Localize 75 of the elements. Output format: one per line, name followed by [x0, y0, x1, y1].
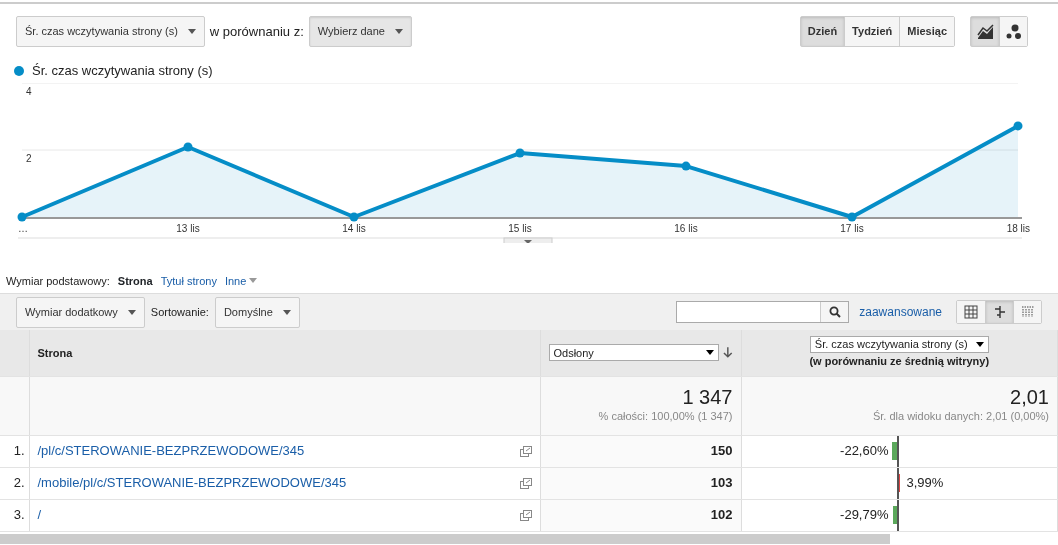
- total-note: % całości: 100,00% (1 347): [597, 409, 733, 425]
- dimension-link[interactable]: Strona: [117, 272, 153, 289]
- dimension-label: Wymiar podstawowy:: [6, 273, 110, 289]
- scrollbar[interactable]: [0, 533, 890, 544]
- metric-column-dropdown[interactable]: Śr. czas wczytywania strony (s): [809, 336, 989, 353]
- total-value: 1 347: [681, 386, 733, 409]
- search-icon: [828, 306, 841, 318]
- line-chart-icon: [976, 23, 994, 40]
- change-value: 3,99%: [906, 474, 944, 493]
- chart-type-button[interactable]: [999, 17, 1027, 46]
- legend-label: Śr. czas wczytywania strony (s): [32, 62, 213, 80]
- column-note: (w porównaniu ze średnią witryny): [808, 354, 991, 369]
- data-point[interactable]: [17, 212, 27, 221]
- open-page-icon[interactable]: [519, 445, 532, 457]
- sort-dropdown[interactable]: Domyślne: [214, 296, 300, 328]
- open-page-icon[interactable]: [519, 509, 532, 521]
- data-point[interactable]: [183, 142, 193, 151]
- metric-dropdown[interactable]: Śr. czas wczytywania strony (s): [16, 16, 205, 47]
- period-tab[interactable]: Miesiąc: [899, 17, 954, 46]
- sort-arrow-icon[interactable]: [722, 346, 733, 360]
- page-link[interactable]: /: [37, 505, 42, 525]
- data-point[interactable]: [847, 212, 857, 221]
- view-button[interactable]: [985, 301, 1013, 323]
- column-header[interactable]: Strona: [29, 330, 540, 376]
- data-point[interactable]: [349, 212, 359, 221]
- sort-label: Sortowanie:: [150, 304, 209, 320]
- axis-label: 4: [26, 85, 32, 97]
- views-cell: 103: [540, 467, 741, 499]
- total-value: 2,01: [1009, 386, 1049, 409]
- axis-label: …: [18, 222, 28, 234]
- data-point[interactable]: [515, 148, 525, 157]
- row-index: 1.: [0, 435, 29, 467]
- period-tab[interactable]: Dzień: [800, 17, 845, 46]
- dimension-link[interactable]: Inne: [224, 272, 258, 289]
- period-tab[interactable]: Tydzień: [844, 17, 900, 46]
- caret-icon: [705, 350, 714, 356]
- grid-icon: [964, 305, 978, 319]
- page-link[interactable]: /pl/c/STEROWANIE-BEZPRZEWODOWE/345: [37, 441, 305, 461]
- row-index: 2.: [0, 467, 29, 499]
- data-point[interactable]: [1013, 120, 1023, 130]
- metric-column-dropdown[interactable]: Odsłony: [548, 344, 719, 362]
- dimension-link[interactable]: Tytuł strony: [160, 272, 217, 289]
- advanced-link[interactable]: zaawansowane: [859, 303, 942, 321]
- pivot-icon: [1020, 305, 1035, 319]
- total-note: Śr. dla widoku danych: 2,01 (0,00%): [871, 409, 1049, 425]
- caret-icon: [975, 342, 984, 347]
- axis-label: 13 lis: [176, 222, 200, 234]
- open-page-icon[interactable]: [519, 477, 532, 489]
- row-index: 3.: [0, 499, 29, 531]
- view-button[interactable]: [957, 301, 985, 323]
- view-button[interactable]: [1013, 301, 1041, 323]
- axis-label: 2: [26, 152, 32, 164]
- compare-label: w porównaniu z:: [209, 22, 304, 41]
- axis-label: 15 lis: [508, 222, 532, 234]
- comparison-icon: [992, 305, 1007, 319]
- secondary-dimension-dropdown[interactable]: Wymiar dodatkowy: [16, 296, 145, 328]
- axis-label: 16 lis: [674, 222, 698, 234]
- axis-label: 14 lis: [342, 222, 366, 234]
- collapse-handle[interactable]: [503, 237, 553, 243]
- axis-label: 17 lis: [840, 222, 864, 234]
- change-value: -22,60%: [840, 442, 889, 461]
- compare-dropdown[interactable]: Wybierz dane: [308, 16, 412, 47]
- views-cell: 102: [540, 499, 741, 531]
- search-field[interactable]: [676, 301, 850, 323]
- views-cell: 150: [540, 435, 741, 467]
- caret-icon: [127, 309, 136, 315]
- caret-icon: [282, 309, 291, 315]
- change-value: -29,79%: [840, 506, 889, 525]
- dots-icon: [1005, 23, 1022, 40]
- chart-type-button[interactable]: [971, 17, 999, 46]
- caret-icon: [187, 29, 196, 34]
- caret-icon: [394, 29, 403, 34]
- page-link[interactable]: /mobile/pl/c/STEROWANIE-BEZPRZEWODOWE/345: [37, 473, 347, 493]
- axis-label: 18 lis: [1006, 222, 1030, 234]
- data-point[interactable]: [681, 161, 691, 171]
